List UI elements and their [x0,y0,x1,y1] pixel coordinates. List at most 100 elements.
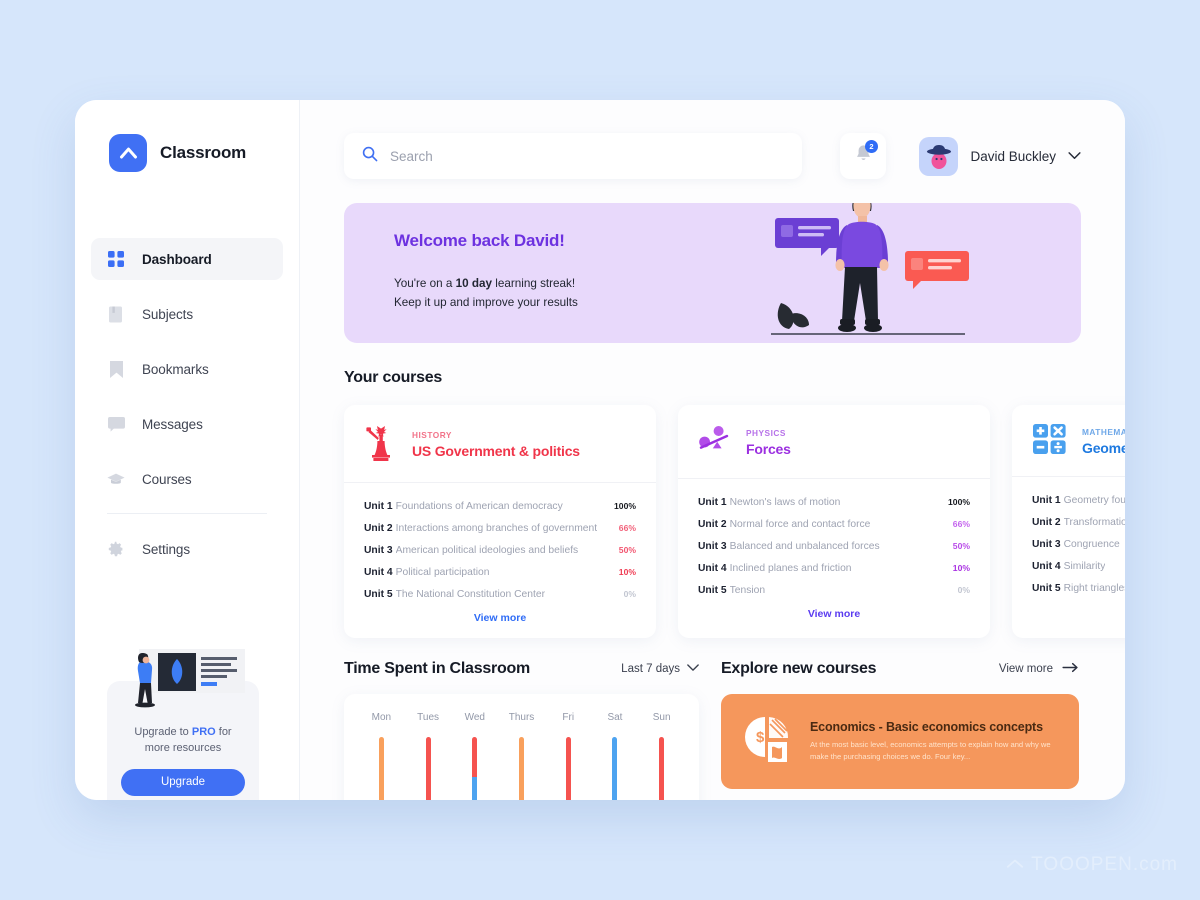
chart-bar[interactable] [659,737,665,800]
unit-row[interactable]: Unit 2 Normal force and contact force 66… [698,513,970,535]
unit-row[interactable]: Unit 3 American political ideologies and… [364,539,636,561]
graduation-cap-icon [107,470,125,488]
chart-bar[interactable] [378,737,384,800]
unit-number: Unit 3 [698,540,727,552]
search-box[interactable] [344,133,802,179]
unit-percent: 10% [952,563,970,573]
chart-column[interactable]: Fri [545,712,592,800]
upgrade-card: Upgrade to PRO for more resources Upgrad… [107,649,259,800]
time-range-dropdown[interactable]: Last 7 days [621,663,699,675]
upgrade-button[interactable]: Upgrade [121,769,245,796]
page-title: Your courses [344,369,443,386]
course-category: MATHEMACTICS [1082,427,1125,437]
chart-x-label: Mon [371,712,392,723]
chart-column[interactable]: Thurs [498,712,545,800]
sidebar-divider [107,513,267,514]
course-card-mathematics[interactable]: MATHEMACTICS Geometry Unit 1 Geometry fo… [1012,405,1125,638]
unit-row[interactable]: Unit 3 Balanced and unbalanced forces 50… [698,535,970,557]
unit-row[interactable]: Unit 2 Interactions among branches of go… [364,517,636,539]
unit-number: Unit 1 [1032,494,1061,506]
sidebar: Classroom Dashboard Subjects Bookmarks M… [75,100,300,800]
chart-x-label: Sat [607,712,623,723]
time-spent-header: Time Spent in Classroom Last 7 days [344,660,699,678]
unit-percent: 66% [952,519,970,529]
notification-badge: 2 [865,140,878,153]
explore-card-economics[interactable]: $ Economics - Basic economics concepts A… [721,694,1079,789]
unit-row[interactable]: Unit 4 Similarity 10% [1032,555,1125,577]
search-icon [362,146,378,167]
view-more-link[interactable]: View more [1012,599,1125,632]
unit-number: Unit 1 [364,500,393,512]
explore-card-desc: At the most basic level, economics attem… [810,739,1051,761]
sidebar-item-dashboard[interactable]: Dashboard [91,238,283,280]
unit-desc: Tension [729,584,766,596]
chart-x-label: Fri [562,712,575,723]
course-card-header: MATHEMACTICS Geometry [1012,405,1125,477]
user-name: David Buckley [970,148,1056,164]
chevron-down-icon [687,663,699,675]
chart-bar[interactable] [519,737,525,800]
welcome-subtitle: You're on a 10 day learning streak! Keep… [394,274,1081,313]
unit-desc: The National Constitution Center [395,588,545,600]
course-card-physics[interactable]: PHYSICS Forces Unit 1 Newton's laws of m… [678,405,990,638]
unit-number: Unit 3 [364,544,393,556]
user-menu[interactable]: David Buckley [919,136,1081,176]
unit-row[interactable]: Unit 5 Right triangles & trigonometry 0% [1032,577,1125,599]
unit-desc: Newton's laws of motion [729,496,841,508]
unit-row[interactable]: Unit 4 Inclined planes and friction 10% [698,557,970,579]
calculator-icon [1032,422,1068,461]
sidebar-item-label: Bookmarks [142,361,209,377]
chart-bar[interactable] [565,737,571,800]
view-more-link[interactable]: View more [678,601,990,634]
streak-pre: You're on a [394,277,456,290]
unit-percent: 100% [614,501,636,511]
unit-number: Unit 5 [698,584,727,596]
sidebar-item-settings[interactable]: Settings [91,528,283,570]
course-card-history[interactable]: HISTORY US Government & politics Unit 1 … [344,405,656,638]
unit-desc: Transformations [1063,516,1125,528]
upgrade-illustration [113,643,253,724]
watermark-text: TOOOPEN.com [1031,854,1178,875]
brand-name: Classroom [160,143,247,162]
course-title: US Government & politics [412,443,580,459]
sidebar-item-label: Settings [142,541,190,557]
chart-column[interactable]: Tues [405,712,452,800]
unit-row[interactable]: Unit 1 Newton's laws of motion 100% [698,491,970,513]
topbar: 2 David Buckley [344,133,1125,179]
sidebar-item-bookmarks[interactable]: Bookmarks [91,348,283,390]
unit-row[interactable]: Unit 5 Tension 0% [698,579,970,601]
unit-desc: Inclined planes and friction [729,562,852,574]
notifications-button[interactable]: 2 [840,133,886,179]
chart-column[interactable]: Sat [592,712,639,800]
chart-bar[interactable] [612,737,618,800]
explore-header: Explore new courses View more [721,660,1079,678]
chart-bar[interactable] [425,737,431,800]
unit-row[interactable]: Unit 5 The National Constitution Center … [364,583,636,605]
explore-view-more-label: View more [998,663,1053,675]
arrow-right-icon [1062,662,1079,676]
unit-row[interactable]: Unit 1 Foundations of American democracy… [364,495,636,517]
sidebar-item-messages[interactable]: Messages [91,403,283,445]
explore-view-more[interactable]: View more [999,662,1079,676]
unit-row[interactable]: Unit 1 Geometry foundations 100% [1032,489,1125,511]
unit-number: Unit 4 [1032,560,1061,572]
sidebar-item-label: Messages [142,416,203,432]
sidebar-item-courses[interactable]: Courses [91,458,283,500]
upgrade-text-pro: PRO [191,726,216,739]
chart-bar[interactable] [472,737,478,800]
courses-header: Your courses [344,369,1125,387]
unit-number: Unit 3 [1032,538,1061,550]
view-more-link[interactable]: View more [344,605,656,638]
chart-column[interactable]: Mon [358,712,405,800]
chart-column[interactable]: Wed [451,712,498,800]
chevron-down-icon[interactable] [1068,147,1081,165]
unit-row[interactable]: Unit 3 Congruence 50% [1032,533,1125,555]
time-spent-section: Time Spent in Classroom Last 7 days Mon [344,660,699,800]
courses-row: HISTORY US Government & politics Unit 1 … [344,405,1125,638]
course-card-header: PHYSICS Forces [678,405,990,479]
search-input[interactable] [390,148,784,164]
unit-row[interactable]: Unit 2 Transformations 66% [1032,511,1125,533]
unit-row[interactable]: Unit 4 Political participation 10% [364,561,636,583]
chart-column[interactable]: Sun [638,712,685,800]
sidebar-item-subjects[interactable]: Subjects [91,293,283,335]
